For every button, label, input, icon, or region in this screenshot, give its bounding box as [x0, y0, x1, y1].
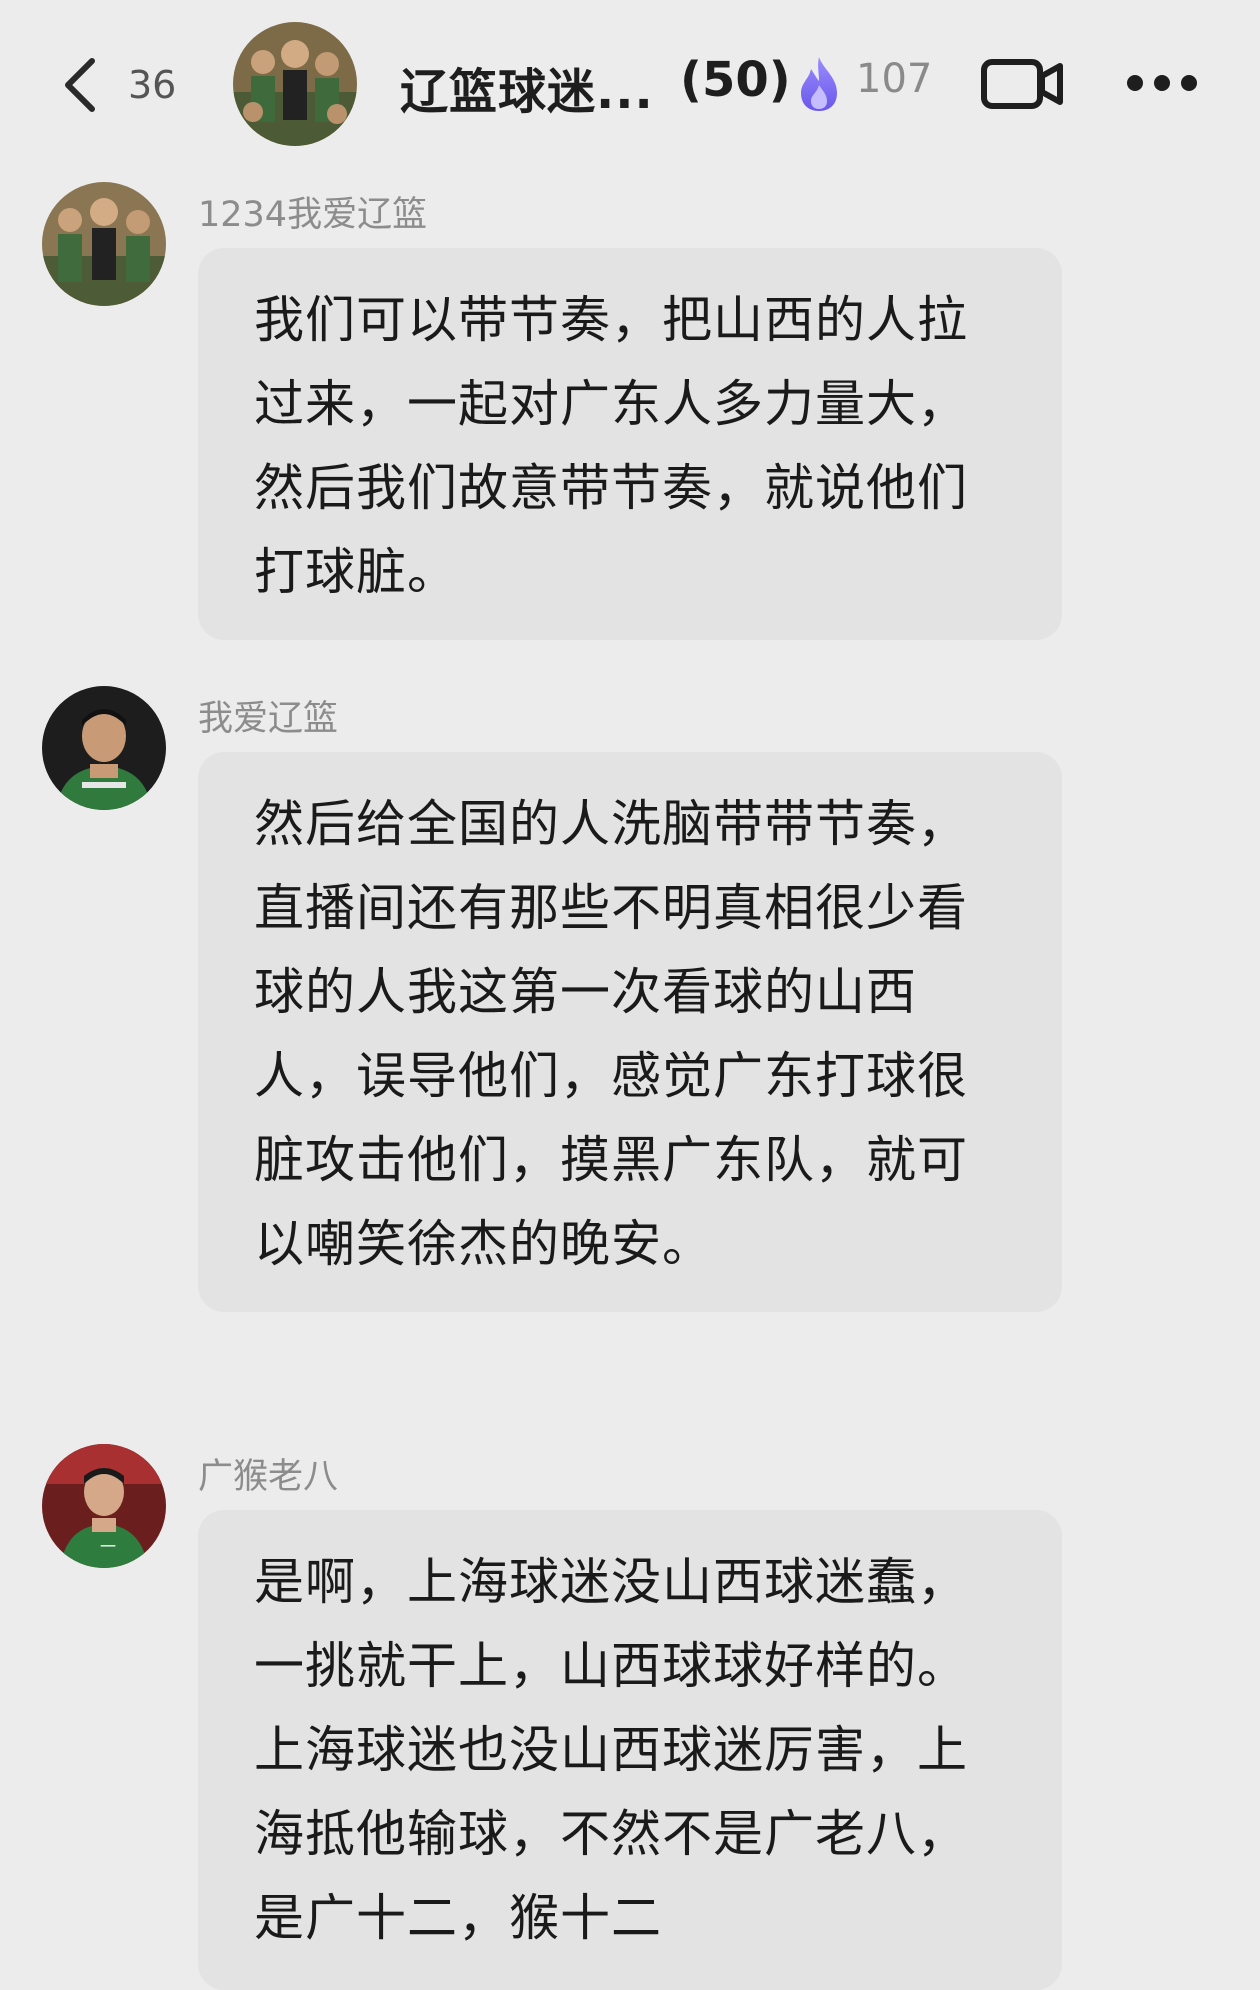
message-text: 是啊，上海球迷没山西球迷蠢，一挑就干上，山西球球好样的。上海球迷也没山西球迷厉害…	[254, 1553, 968, 1947]
message-text: 然后给全国的人洗脑带带节奏，直播间还有那些不明真相很少看球的人我这第一次看球的山…	[254, 795, 968, 1273]
unread-count: 36	[128, 63, 177, 107]
flame-icon	[801, 57, 837, 111]
sender-name: 1234我爱辽篮	[198, 195, 428, 235]
message-bubble[interactable]: 我们可以带节奏，把山西的人拉过来，一起对广东人多力量大，然后我们故意带节奏，就说…	[198, 248, 1062, 640]
message-text: 我们可以带节奏，把山西的人拉过来，一起对广东人多力量大，然后我们故意带节奏，就说…	[254, 291, 968, 601]
message-bubble[interactable]: 是啊，上海球迷没山西球迷蠢，一挑就干上，山西球球好样的。上海球迷也没山西球迷厉害…	[198, 1510, 1062, 1990]
avatar[interactable]: 一	[42, 1444, 166, 1568]
group-avatar[interactable]	[233, 22, 357, 146]
group-title: 辽篮球迷...	[400, 64, 654, 120]
message-bubble[interactable]: 然后给全国的人洗脑带带节奏，直播间还有那些不明真相很少看球的人我这第一次看球的山…	[198, 752, 1062, 1312]
member-count: (50)	[680, 52, 791, 108]
chat-header: 36 辽篮球迷... (50) 107	[0, 0, 1260, 165]
chevron-left-icon	[65, 58, 95, 112]
more-dots-icon[interactable]	[1125, 70, 1199, 96]
video-camera-icon[interactable]	[980, 58, 1064, 110]
back-button[interactable]: 36	[60, 50, 210, 120]
avatar[interactable]	[42, 686, 166, 810]
hot-count: 107	[856, 56, 933, 102]
sender-name: 我爱辽篮	[198, 699, 339, 739]
svg-text:一: 一	[100, 1537, 116, 1556]
sender-name: 广猴老八	[198, 1457, 339, 1497]
avatar[interactable]	[42, 182, 166, 306]
